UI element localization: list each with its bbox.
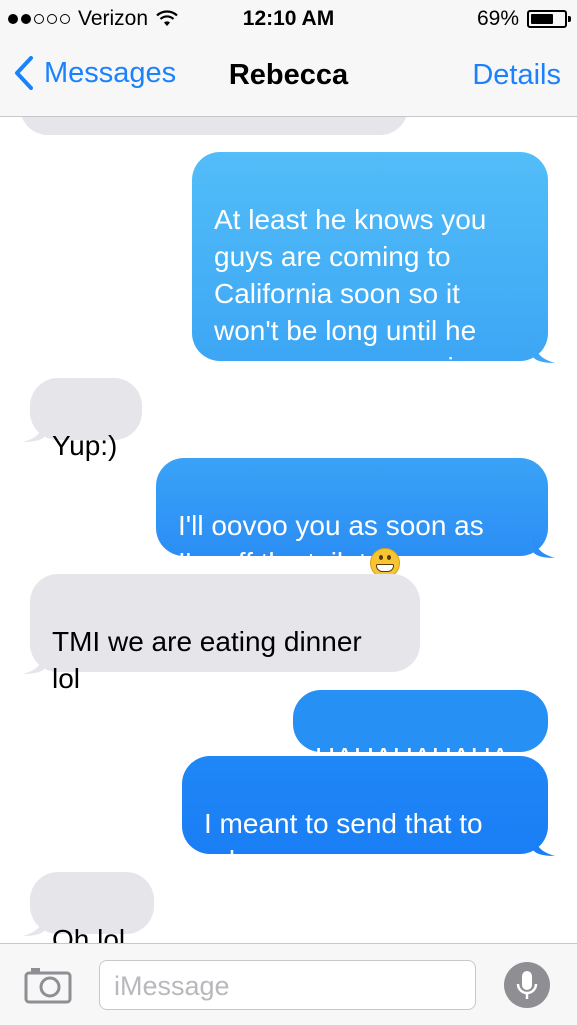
bubble-tail (23, 418, 45, 442)
bubble-tail (23, 912, 45, 936)
back-button-label: Messages (44, 56, 177, 89)
message-input-field[interactable]: iMessage (99, 960, 476, 1010)
bubble-tail (533, 534, 555, 558)
message-bubble-sent[interactable]: I meant to send that to rob (182, 756, 555, 876)
status-right: 69% (476, 7, 571, 31)
message-bubble-received[interactable]: Yup:) (23, 378, 142, 461)
battery-percent: 69% (476, 7, 519, 30)
camera-icon[interactable] (24, 966, 72, 1004)
message-bubble-received[interactable]: Oh lol (23, 872, 154, 943)
message-bubble-sent[interactable]: I'll oovoo you as soon as I'm off the to… (156, 458, 555, 578)
microphone-icon (516, 971, 538, 999)
message-input-bar: iMessage (0, 943, 577, 1025)
message-text: At least he knows you guys are coming to… (214, 204, 487, 383)
message-text: Oh lol (52, 924, 126, 943)
details-button[interactable]: Details (472, 59, 561, 92)
message-bubble-received[interactable]: TMI we are eating dinner lol (23, 574, 420, 694)
message-bubble-sent[interactable]: HAHAHAHAHA (293, 690, 548, 773)
message-thread[interactable]: At least he knows you guys are coming to… (0, 117, 577, 943)
bubble-tail (23, 650, 45, 674)
navigation-bar: Messages Rebecca Details (0, 38, 577, 117)
bubble-tail (533, 832, 555, 856)
bubble-tail (533, 339, 555, 363)
message-text: Yup:) (52, 430, 118, 461)
battery-icon (527, 10, 571, 28)
message-bubble-sent[interactable]: At least he knows you guys are coming to… (192, 152, 555, 383)
back-button[interactable]: Messages (14, 56, 176, 90)
message-bubble-received[interactable] (20, 117, 408, 135)
status-bar: Verizon 12:10 AM 69% (0, 0, 577, 38)
chevron-left-icon (15, 56, 33, 90)
microphone-button[interactable] (504, 962, 550, 1008)
message-placeholder: iMessage (114, 971, 230, 1001)
message-text: I meant to send that to rob (204, 808, 483, 876)
message-text: TMI we are eating dinner lol (52, 626, 362, 694)
message-text: I'll oovoo you as soon as I'm off the to… (178, 510, 484, 578)
